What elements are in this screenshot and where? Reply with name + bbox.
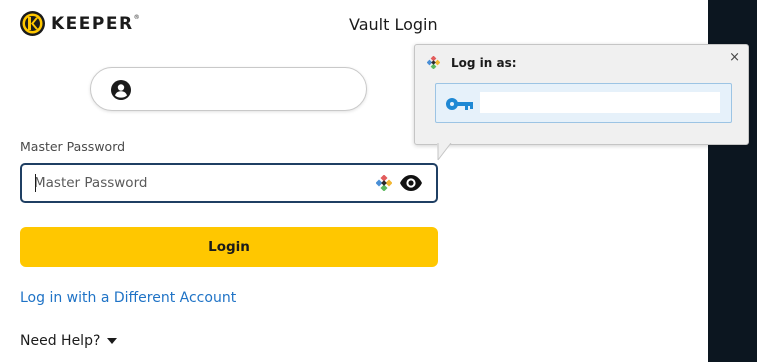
keeper-logo: KEEPER® [20, 11, 140, 36]
caret-down-icon [107, 338, 118, 344]
eye-icon[interactable] [399, 174, 423, 192]
keeper-logo-icon [20, 11, 45, 36]
login-as-popup: Log in as: × [414, 44, 749, 145]
login-record-entry[interactable] [435, 83, 732, 123]
key-icon [446, 98, 473, 110]
page-title: Vault Login [349, 15, 438, 34]
login-button[interactable]: Login [20, 227, 438, 267]
different-account-link[interactable]: Log in with a Different Account [20, 290, 236, 306]
keeper-fill-icon[interactable] [376, 175, 392, 191]
need-help-dropdown[interactable]: Need Help? [20, 333, 118, 349]
account-circle-icon [111, 80, 131, 100]
popup-title: Log in as: [451, 56, 517, 70]
master-password-label: Master Password [20, 139, 126, 154]
need-help-label: Need Help? [20, 333, 101, 349]
login-record-value [480, 92, 720, 113]
keeper-fill-icon [427, 56, 440, 69]
master-password-input[interactable] [34, 172, 364, 194]
close-icon[interactable]: × [729, 51, 740, 65]
master-password-field[interactable] [20, 163, 438, 203]
account-email-field[interactable] [90, 67, 367, 111]
text-cursor [35, 174, 36, 192]
vault-login-page: KEEPER® Vault Login Master Password Logi… [0, 0, 757, 362]
brand-name: KEEPER® [51, 13, 140, 34]
